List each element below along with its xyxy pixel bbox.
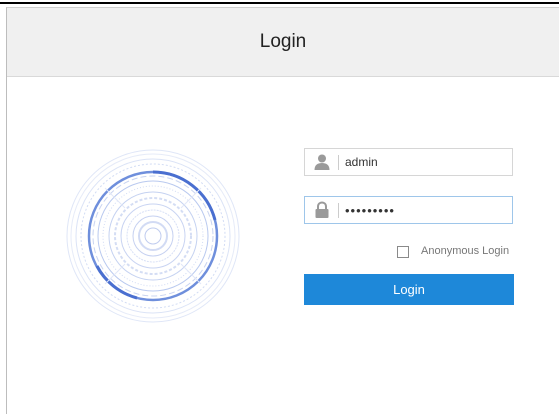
field-separator [338,203,339,218]
top-divider [0,2,559,4]
login-dialog: Login admin Anonymous Login Login [6,7,559,414]
password-field[interactable] [304,196,513,224]
camera-lens-logo-icon [66,149,240,323]
username-input[interactable] [345,149,505,175]
field-separator [338,155,339,170]
login-button[interactable]: Login [304,274,514,305]
anonymous-login-checkbox[interactable] [397,246,409,258]
user-icon [314,154,330,170]
anonymous-login-option[interactable]: Anonymous Login [397,244,517,260]
username-field[interactable] [304,148,513,176]
password-input[interactable] [345,197,505,223]
page: Login admin Anonymous Login Login [0,0,559,414]
lock-icon [315,201,329,218]
dialog-header: Login [7,8,559,77]
dialog-title: Login [259,31,307,52]
anonymous-login-label: Anonymous Login [421,245,510,257]
